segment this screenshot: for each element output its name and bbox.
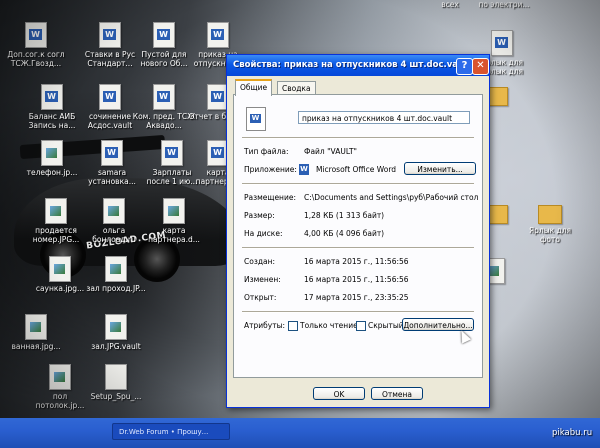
disk-size-value: 4,00 КБ (4 096 байт) <box>304 229 385 238</box>
word-doc-icon <box>101 140 123 166</box>
image-file-icon <box>49 256 71 282</box>
hidden-checkbox[interactable] <box>356 321 366 331</box>
desktop-icon-label: пол потолок.jp... <box>35 392 85 410</box>
file-properties-dialog: Свойства: приказ на отпускников 4 шт.doc… <box>226 54 490 408</box>
readonly-label: Только чтение <box>300 321 358 330</box>
desktop-icon-label: Setup_Spu_... <box>90 392 142 401</box>
divider <box>242 311 474 313</box>
dialog-titlebar[interactable]: Свойства: приказ на отпускников 4 шт.doc… <box>227 55 489 76</box>
desktop-icon-label: ольга бонлоад.ru <box>92 226 136 244</box>
word-doc-icon <box>153 22 175 48</box>
help-button[interactable]: ? <box>456 58 473 75</box>
desktop-icon[interactable]: Ярлык для фото <box>518 200 582 244</box>
file-name-input[interactable]: приказ на отпускников 4 шт.doc.vault <box>298 111 470 124</box>
desktop-icon-label: Ярлык для фото <box>528 226 572 244</box>
folder-icon <box>538 205 562 224</box>
desktop-icon[interactable]: продается номер.JPG... <box>24 198 88 244</box>
desktop-icon[interactable]: саунка.jpg... <box>28 256 92 293</box>
app-label: Приложение: <box>244 165 297 174</box>
desktop-icon[interactable]: пол потолок.jp... <box>28 364 92 410</box>
image-file-icon <box>45 198 67 224</box>
word-app-icon: W <box>299 164 309 175</box>
opened-value: 17 марта 2015 г., 23:35:25 <box>304 293 409 302</box>
location-label: Размещение: <box>244 193 296 202</box>
word-doc-icon <box>207 22 229 48</box>
desktop-icon[interactable]: карта партнера.d... <box>142 198 206 244</box>
image-file-icon <box>25 314 47 340</box>
dialog-title: Свойства: приказ на отпускников 4 шт.doc… <box>233 60 472 70</box>
divider <box>242 137 474 139</box>
word-doc-icon <box>161 140 183 166</box>
disk-size-label: На диске: <box>244 229 283 238</box>
location-value: C:\Documents and Settings\руб\Рабочий ст… <box>304 193 479 202</box>
divider <box>242 247 474 249</box>
file-type-label: Тип файла: <box>244 147 289 156</box>
modified-value: 16 марта 2015 г., 11:56:56 <box>304 275 409 284</box>
readonly-checkbox[interactable] <box>288 321 298 331</box>
desktop-icon-label: карта партнера.d... <box>148 226 200 244</box>
size-value: 1,28 КБ (1 313 байт) <box>304 211 385 220</box>
ok-button[interactable]: OK <box>313 387 365 400</box>
modified-label: Изменен: <box>244 275 281 284</box>
watermark: pikabu.ru <box>552 428 593 438</box>
desktop-icon-label: телефон.jp... <box>26 168 78 177</box>
image-file-icon <box>105 314 127 340</box>
desktop-icon[interactable]: телефон.jp... <box>20 140 84 177</box>
word-doc-icon <box>41 84 63 110</box>
desktop-icon-label: по электри... <box>478 0 530 9</box>
image-file-icon <box>49 364 71 390</box>
desktop-icon[interactable]: по электри... <box>472 0 536 9</box>
image-file-icon <box>103 198 125 224</box>
hidden-label: Скрытый <box>368 321 404 330</box>
tab-summary[interactable]: Сводка <box>277 81 316 95</box>
image-file-icon <box>41 140 63 166</box>
setup-file-icon <box>105 364 127 390</box>
size-label: Размер: <box>244 211 275 220</box>
desktop-icon-label: саунка.jpg... <box>35 284 85 293</box>
cancel-button[interactable]: Отмена <box>371 387 423 400</box>
desktop-icon[interactable]: зал проход.JP... <box>84 256 148 293</box>
word-doc-icon <box>25 22 47 48</box>
word-doc-icon <box>153 84 175 110</box>
divider <box>242 183 474 185</box>
close-button[interactable]: ✕ <box>472 58 489 75</box>
created-value: 16 марта 2015 г., 11:56:56 <box>304 257 409 266</box>
desktop-icon[interactable]: Setup_Spu_... <box>84 364 148 401</box>
word-doc-icon <box>99 22 121 48</box>
desktop-icon[interactable]: зал.JPG.vault <box>84 314 148 351</box>
image-file-icon <box>105 256 127 282</box>
general-tab-panel: приказ на отпускников 4 шт.doc.vault Тип… <box>233 94 483 378</box>
attributes-label: Атрибуты: <box>244 321 286 330</box>
taskbar: Dr.Web Forum • Прошу... <box>0 418 600 448</box>
desktop-icon[interactable]: Баланс АИБ Запись на... <box>20 84 84 130</box>
desktop-icon-label: Доп.сог.к согл ТСЖ.Гвозд... <box>7 50 65 68</box>
image-file-icon <box>163 198 185 224</box>
desktop-icon-label: зал.JPG.vault <box>91 342 141 351</box>
taskbar-item-browser[interactable]: Dr.Web Forum • Прошу... <box>112 423 230 440</box>
app-value: Microsoft Office Word <box>316 165 397 174</box>
desktop-icon-label: продается номер.JPG... <box>32 226 80 244</box>
created-label: Создан: <box>244 257 276 266</box>
desktop-icon[interactable]: Доп.сог.к согл ТСЖ.Гвозд... <box>4 22 68 68</box>
tab-general[interactable]: Общие <box>235 79 273 96</box>
change-app-button[interactable]: Изменить... <box>404 162 476 175</box>
desktop-icon-label: samara установка... <box>88 168 136 186</box>
desktop-icon-label: зал проход.JP... <box>86 284 146 293</box>
word-doc-icon <box>99 84 121 110</box>
opened-label: Открыт: <box>244 293 277 302</box>
desktop-icon[interactable]: ванная.jpg... <box>4 314 68 351</box>
desktop-icon[interactable]: ольга бонлоад.ru <box>82 198 146 244</box>
desktop-icon-label: ванная.jpg... <box>11 342 61 351</box>
word-file-icon <box>246 107 266 131</box>
shortcut-icon <box>491 30 513 56</box>
file-type-value: Файл "VAULT" <box>304 147 358 156</box>
desktop-icon[interactable]: samara установка... <box>80 140 144 186</box>
desktop-icon-label: Баланс АИБ Запись на... <box>28 112 76 130</box>
